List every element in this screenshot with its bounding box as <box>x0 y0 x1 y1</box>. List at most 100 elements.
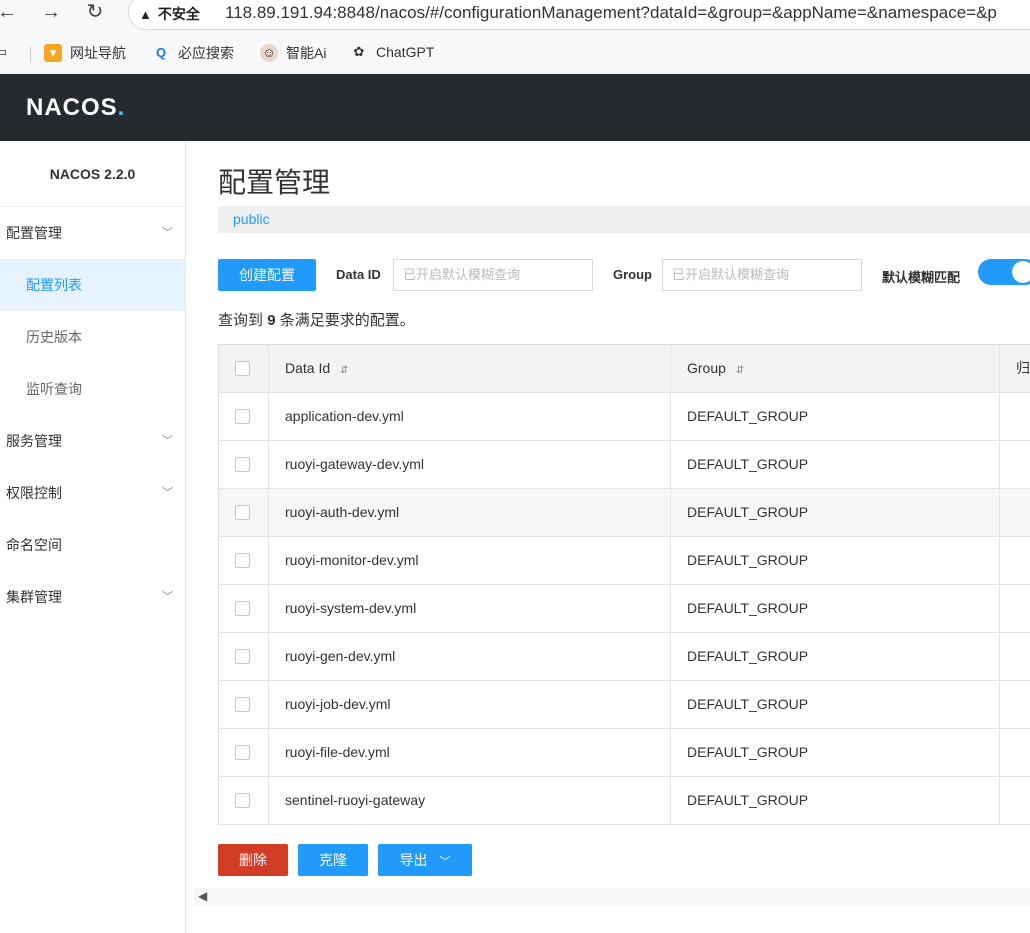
sidebar-item-namespace[interactable]: 命名空间 <box>0 519 185 571</box>
reload-icon[interactable]: ↻ <box>82 0 108 26</box>
toggle-knob <box>1012 261 1030 283</box>
cell-group: DEFAULT_GROUP <box>671 729 1000 777</box>
result-summary: 查询到 9 条满足要求的配置。 <box>218 312 415 329</box>
sidebar-version: NACOS 2.2.0 <box>0 141 185 207</box>
bookmark-ai[interactable]: ☺ 智能Ai <box>260 43 326 63</box>
table-header: Data Id ⇵ Group ⇵ 归 <box>219 345 1030 393</box>
cell-data-id: ruoyi-gen-dev.yml <box>269 633 671 681</box>
cell-data-id: ruoyi-file-dev.yml <box>269 729 671 777</box>
row-checkbox[interactable] <box>235 601 250 616</box>
sidebar-item-config-list[interactable]: 配置列表 <box>0 259 185 311</box>
bulk-actions: 删除 克隆 导出 ﹀ <box>218 844 618 876</box>
result-count: 9 <box>267 312 276 329</box>
cell-group: DEFAULT_GROUP <box>671 585 1000 633</box>
chevron-down-icon: ﹀ <box>162 591 173 603</box>
row-checkbox[interactable] <box>235 409 250 424</box>
cell-group: DEFAULT_GROUP <box>671 681 1000 729</box>
reading-list-icon[interactable]: ▭ <box>0 43 18 61</box>
sidebar-item-listener-query[interactable]: 监听查询 <box>0 363 185 415</box>
export-button[interactable]: 导出 ﹀ <box>378 844 472 876</box>
delete-button[interactable]: 删除 <box>218 844 288 876</box>
group-label: Group <box>613 267 652 282</box>
cell-data-id: ruoyi-auth-dev.yml <box>269 489 671 537</box>
table-row[interactable]: ruoyi-file-dev.yml DEFAULT_GROUP <box>219 729 1030 777</box>
address-bar[interactable]: ▲ 不安全 118.89.191.94:8848/nacos/#/configur… <box>128 0 1030 30</box>
table-row[interactable]: ruoyi-monitor-dev.yml DEFAULT_GROUP <box>219 537 1030 585</box>
bookmark-bing[interactable]: Q 必应搜索 <box>152 43 234 63</box>
row-checkbox[interactable] <box>235 553 250 568</box>
browser-toolbar: ← → ↻ ▲ 不安全 118.89.191.94:8848/nacos/#/co… <box>0 0 1030 74</box>
sidebar-item-config-management[interactable]: 配置管理 ﹀ <box>0 207 185 259</box>
security-warning[interactable]: ▲ 不安全 <box>139 4 200 24</box>
cell-data-id: ruoyi-job-dev.yml <box>269 681 671 729</box>
header-namespace: 归 <box>1016 360 1030 376</box>
table-row[interactable]: application-dev.yml DEFAULT_GROUP <box>219 393 1030 441</box>
sort-icon[interactable]: ⇵ <box>736 365 744 376</box>
main-content: 配置管理 public 创建配置 Data ID 已开启默认模糊查询 Group… <box>186 141 1030 933</box>
url-text: 118.89.191.94:8848/nacos/#/configuration… <box>225 3 997 22</box>
bookmarks-bar: ▭ ▾ 网址导航 Q 必应搜索 ☺ 智能Ai ✿ ChatGPT <box>0 38 1030 68</box>
create-config-button[interactable]: 创建配置 <box>218 259 316 291</box>
warning-icon: ▲ <box>139 7 152 22</box>
forward-icon[interactable]: → <box>38 0 64 26</box>
chatgpt-icon: ✿ <box>353 44 365 59</box>
cell-data-id: ruoyi-gateway-dev.yml <box>269 441 671 489</box>
row-checkbox[interactable] <box>235 505 250 520</box>
cell-data-id: sentinel-ruoyi-gateway <box>269 777 671 825</box>
cell-group: DEFAULT_GROUP <box>671 489 1000 537</box>
cell-group: DEFAULT_GROUP <box>671 633 1000 681</box>
avatar-icon: ☺ <box>260 44 278 62</box>
data-id-label: Data ID <box>336 267 381 282</box>
group-input[interactable]: 已开启默认模糊查询 <box>662 259 862 291</box>
chevron-down-icon: ﹀ <box>439 856 451 868</box>
scroll-left-icon[interactable]: ◀ <box>198 889 207 903</box>
chevron-down-icon: ﹀ <box>162 435 173 447</box>
select-all-checkbox[interactable] <box>235 361 250 376</box>
bookmark-chatgpt[interactable]: ✿ ChatGPT <box>350 43 435 61</box>
header-data-id[interactable]: Data Id ⇵ <box>269 345 671 393</box>
browser-nav-row: ← → ↻ ▲ 不安全 118.89.191.94:8848/nacos/#/co… <box>0 0 1030 30</box>
sidebar-item-service-management[interactable]: 服务管理 ﹀ <box>0 415 185 467</box>
sort-icon[interactable]: ⇵ <box>340 365 348 376</box>
app-header: NACOS. <box>0 74 1030 141</box>
sidebar-item-cluster-management[interactable]: 集群管理 ﹀ <box>0 571 185 623</box>
table-row[interactable]: ruoyi-gen-dev.yml DEFAULT_GROUP <box>219 633 1030 681</box>
row-checkbox[interactable] <box>235 745 250 760</box>
page-title: 配置管理 <box>218 167 331 198</box>
row-checkbox[interactable] <box>235 457 250 472</box>
filter-row: 创建配置 Data ID 已开启默认模糊查询 Group 已开启默认模糊查询 默… <box>218 259 1030 291</box>
config-table: Data Id ⇵ Group ⇵ 归 application-dev.yml DE… <box>218 344 1030 825</box>
fuzzy-match-label: 默认模糊匹配 <box>882 270 961 285</box>
row-checkbox[interactable] <box>235 697 250 712</box>
table-row[interactable]: ruoyi-job-dev.yml DEFAULT_GROUP <box>219 681 1030 729</box>
clone-button[interactable]: 克隆 <box>298 844 368 876</box>
data-id-input[interactable]: 已开启默认模糊查询 <box>393 259 593 291</box>
table-row[interactable]: ruoyi-system-dev.yml DEFAULT_GROUP <box>219 585 1030 633</box>
sidebar-item-access-control[interactable]: 权限控制 ﹀ <box>0 467 185 519</box>
header-select-all <box>219 345 269 393</box>
cell-group: DEFAULT_GROUP <box>671 537 1000 585</box>
namespace-bar: public <box>218 206 1030 233</box>
cell-data-id: ruoyi-monitor-dev.yml <box>269 537 671 585</box>
sidebar-item-history[interactable]: 历史版本 <box>0 311 185 363</box>
back-icon[interactable]: ← <box>0 0 20 26</box>
header-group[interactable]: Group ⇵ <box>671 345 1000 393</box>
fuzzy-match-toggle[interactable] <box>978 259 1030 285</box>
row-checkbox[interactable] <box>235 649 250 664</box>
sidebar: NACOS 2.2.0 配置管理 ﹀ 配置列表 历史版本 监听查询 服务管理 ﹀ 权… <box>0 141 186 933</box>
namespace-public[interactable]: public <box>233 211 270 227</box>
row-checkbox[interactable] <box>235 793 250 808</box>
table-row[interactable]: sentinel-ruoyi-gateway DEFAULT_GROUP <box>219 777 1030 825</box>
table-row[interactable]: ruoyi-gateway-dev.yml DEFAULT_GROUP <box>219 441 1030 489</box>
cell-data-id: ruoyi-system-dev.yml <box>269 585 671 633</box>
horizontal-scrollbar[interactable]: ◀ <box>194 888 1030 906</box>
cell-group: DEFAULT_GROUP <box>671 393 1000 441</box>
cell-data-id: application-dev.yml <box>269 393 671 441</box>
nacos-logo[interactable]: NACOS. <box>26 94 125 122</box>
bookmark-separator <box>30 46 31 62</box>
table-row[interactable]: ruoyi-auth-dev.yml DEFAULT_GROUP <box>219 489 1030 537</box>
chevron-down-icon: ﹀ <box>162 487 173 499</box>
bookmark-nav[interactable]: ▾ 网址导航 <box>44 43 126 63</box>
chevron-down-icon: ﹀ <box>162 227 173 239</box>
nav-icon: ▾ <box>44 44 62 62</box>
